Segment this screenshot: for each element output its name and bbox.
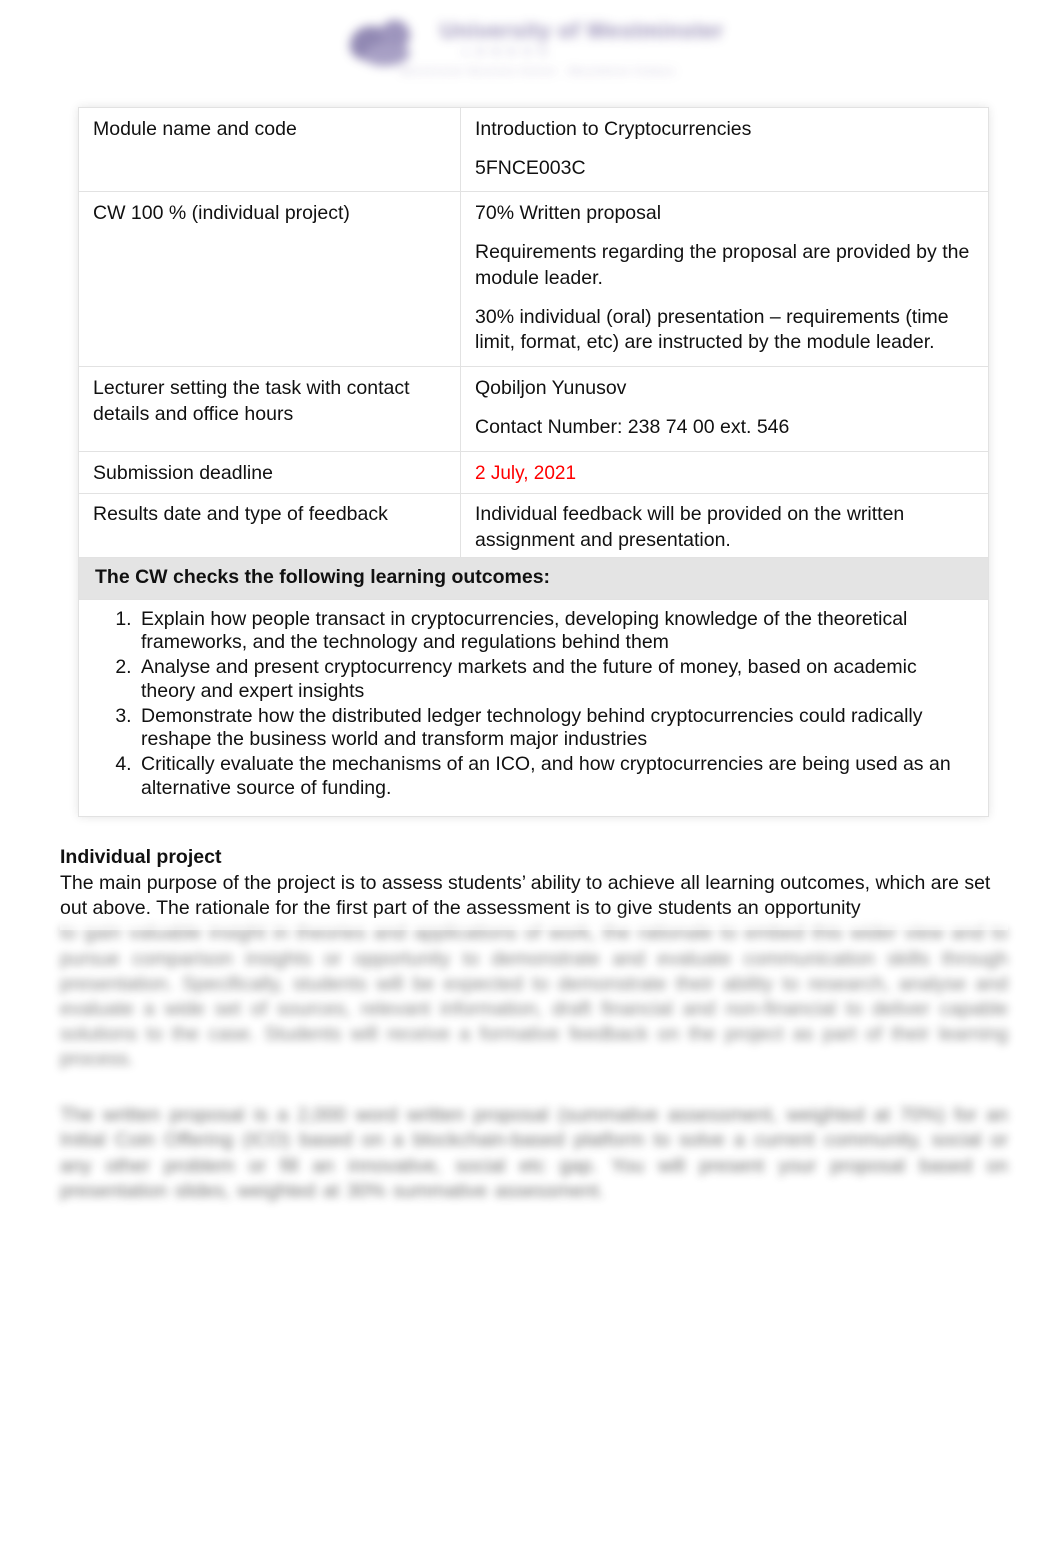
list-item: Explain how people transact in cryptocur… bbox=[137, 608, 974, 656]
blurred-paragraph-two: The written proposal is a 2,000 word wri… bbox=[60, 1104, 1008, 1202]
row-value-module: Introduction to Cryptocurrencies 5FNCE00… bbox=[460, 106, 989, 193]
row-value-results: Individual feedback will be provided on … bbox=[460, 493, 989, 558]
individual-project-section: Individual project The main purpose of t… bbox=[60, 845, 1008, 1204]
logo-sub-wordmark: L O N D O N bbox=[463, 46, 550, 58]
coursework-presentation-text: 30% individual (oral) presentation – req… bbox=[475, 305, 949, 354]
crest-shape-c bbox=[364, 44, 410, 66]
module-label-text: Module name and code bbox=[93, 118, 297, 140]
table-row-coursework: CW 100 % (individual project) 70% Writte… bbox=[78, 191, 989, 368]
document-header: University of Westminster L O N D O N We… bbox=[0, 0, 1062, 95]
module-name-text: Introduction to Cryptocurrencies bbox=[475, 118, 752, 140]
row-value-coursework: 70% Written proposal Requirements regard… bbox=[460, 191, 989, 368]
coursework-label-text: CW 100 % (individual project) bbox=[93, 202, 350, 225]
row-label-module: Module name and code bbox=[78, 106, 461, 193]
row-label-deadline: Submission deadline bbox=[78, 450, 461, 495]
list-item: Demonstrate how the distributed ledger t… bbox=[137, 705, 974, 753]
row-label-lecturer: Lecturer setting the task with contact d… bbox=[78, 366, 461, 452]
table-row-outcomes-heading: The CW checks the following learning out… bbox=[78, 556, 989, 600]
results-feedback-text: Individual feedback will be provided on … bbox=[475, 503, 905, 552]
lecturer-name-text: Qobiljon Yunusov bbox=[475, 377, 627, 400]
list-item: Critically evaluate the mechanisms of an… bbox=[137, 753, 974, 801]
coursework-written-text: 70% Written proposal bbox=[475, 202, 662, 225]
university-logo: University of Westminster L O N D O N We… bbox=[345, 12, 730, 84]
row-label-results: Results date and type of feedback bbox=[78, 493, 461, 558]
outcomes-list-cell: Explain how people transact in cryptocur… bbox=[78, 599, 989, 817]
outcomes-heading-cell: The CW checks the following learning out… bbox=[78, 556, 989, 600]
results-label-text: Results date and type of feedback bbox=[93, 503, 388, 526]
lecturer-contact-text: Contact Number: 238 74 00 ext. 546 bbox=[475, 415, 790, 438]
row-value-deadline: 2 July, 2021 bbox=[460, 450, 989, 495]
logo-strapline: Westminster Business School · Marylebone… bbox=[400, 66, 676, 76]
university-crest-logo bbox=[350, 20, 428, 68]
coursework-requirements-text: Requirements regarding the proposal are … bbox=[475, 241, 970, 289]
list-item: Analyse and present cryptocurrency marke… bbox=[137, 656, 974, 704]
deadline-label-text: Submission deadline bbox=[93, 461, 273, 484]
table-row-lecturer: Lecturer setting the task with contact d… bbox=[78, 366, 989, 452]
table-row-outcomes-list: Explain how people transact in cryptocur… bbox=[78, 599, 989, 817]
table-row-module: Module name and code Introduction to Cry… bbox=[78, 106, 989, 193]
row-value-lecturer: Qobiljon Yunusov Contact Number: 238 74 … bbox=[460, 366, 989, 452]
table-row-results: Results date and type of feedback Indivi… bbox=[78, 493, 989, 558]
module-code-text: 5FNCE003C bbox=[475, 156, 586, 179]
table-row-deadline: Submission deadline 2 July, 2021 bbox=[78, 450, 989, 495]
coursework-brief-table: Module name and code Introduction to Cry… bbox=[78, 106, 989, 817]
row-label-coursework: CW 100 % (individual project) bbox=[78, 191, 461, 368]
lecturer-label-text: Lecturer setting the task with contact d… bbox=[93, 377, 410, 425]
blurred-paragraph-one: to gain valuable insight in theories and… bbox=[60, 922, 1008, 1071]
logo-wordmark: University of Westminster bbox=[440, 18, 724, 43]
deadline-date-text: 2 July, 2021 bbox=[475, 462, 577, 484]
intro-paragraph: The main purpose of the project is to as… bbox=[60, 872, 991, 920]
learning-outcomes-list: Explain how people transact in cryptocur… bbox=[95, 608, 974, 801]
page-title: Individual project bbox=[60, 846, 222, 868]
